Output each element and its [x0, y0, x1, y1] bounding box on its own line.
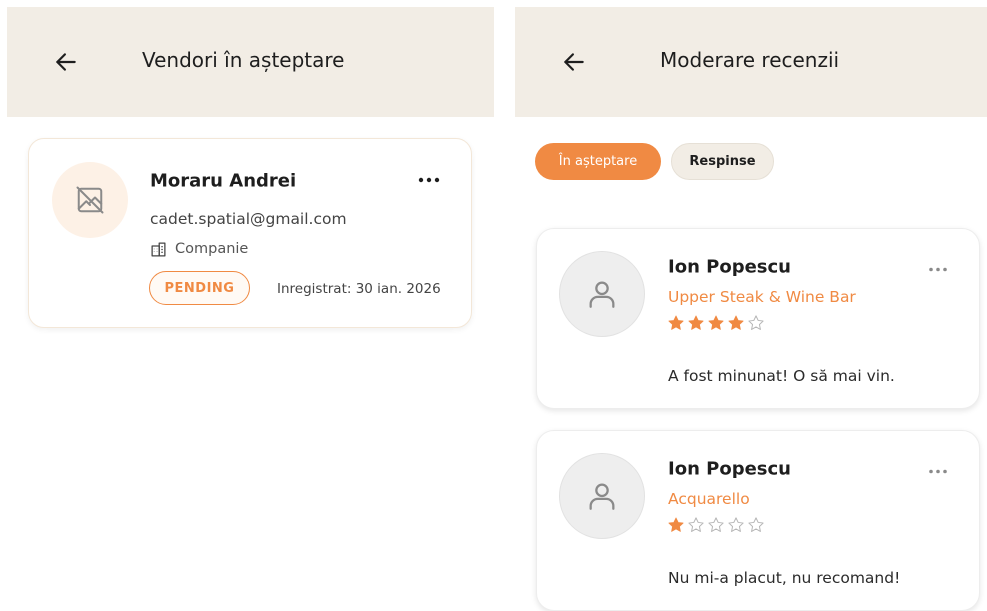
vendor-type: Companie — [175, 241, 249, 257]
app-bar: Vendori în așteptare — [7, 7, 494, 117]
star-empty-icon — [728, 517, 744, 532]
rating-stars — [667, 314, 765, 332]
star-filled-icon — [668, 517, 684, 532]
star-empty-icon — [748, 517, 764, 532]
more-horizontal-icon — [929, 267, 947, 271]
star-empty-icon — [708, 517, 724, 532]
review-moderation-screen: Moderare recenzii În așteptare Respinse … — [515, 0, 987, 611]
more-horizontal-icon — [418, 177, 440, 183]
image-off-icon — [76, 186, 104, 214]
star-filled-icon — [668, 315, 684, 330]
status-badge: PENDING — [149, 271, 250, 305]
pending-vendors-screen: Vendori în așteptare Moraru Andrei cadet… — [0, 0, 494, 611]
vendor-email: cadet.spatial@gmail.com — [150, 210, 347, 228]
user-icon — [589, 483, 615, 510]
review-author: Ion Popescu — [668, 256, 791, 278]
review-card[interactable]: Ion Popescu Acquarello Nu mi-a placut, n… — [536, 430, 980, 611]
star-filled-icon — [688, 315, 704, 330]
review-author: Ion Popescu — [668, 458, 791, 480]
star-empty-icon — [688, 517, 704, 532]
arrow-left-icon — [564, 53, 584, 71]
review-venue: Acquarello — [668, 490, 750, 508]
more-options-button[interactable] — [414, 169, 444, 191]
registration-date: Inregistrat: 30 ian. 2026 — [277, 281, 441, 297]
review-venue: Upper Steak & Wine Bar — [668, 288, 856, 306]
more-horizontal-icon — [929, 469, 947, 473]
vendor-name: Moraru Andrei — [150, 170, 297, 192]
page-title: Moderare recenzii — [660, 48, 840, 72]
avatar — [559, 453, 645, 539]
star-filled-icon — [728, 315, 744, 330]
back-button[interactable] — [49, 45, 83, 79]
page-title: Vendori în așteptare — [142, 48, 345, 72]
avatar — [52, 162, 128, 238]
star-filled-icon — [708, 315, 724, 330]
review-card[interactable]: Ion Popescu Upper Steak & Wine Bar A fos… — [536, 228, 980, 409]
review-text: Nu mi-a placut, nu recomand! — [668, 569, 901, 587]
more-options-button[interactable] — [923, 259, 953, 279]
filter-chip-rejected[interactable]: Respinse — [671, 143, 774, 180]
avatar — [559, 251, 645, 337]
app-bar: Moderare recenzii — [515, 7, 987, 117]
back-button[interactable] — [557, 45, 591, 79]
user-icon — [589, 281, 615, 308]
review-text: A fost minunat! O să mai vin. — [668, 367, 895, 385]
arrow-left-icon — [56, 53, 76, 71]
rating-stars — [667, 516, 765, 534]
filter-chip-pending[interactable]: În așteptare — [535, 143, 661, 180]
more-options-button[interactable] — [923, 461, 953, 481]
star-empty-icon — [748, 315, 764, 330]
vendor-card[interactable]: Moraru Andrei cadet.spatial@gmail.com Co… — [28, 138, 472, 328]
building-icon — [151, 242, 166, 257]
